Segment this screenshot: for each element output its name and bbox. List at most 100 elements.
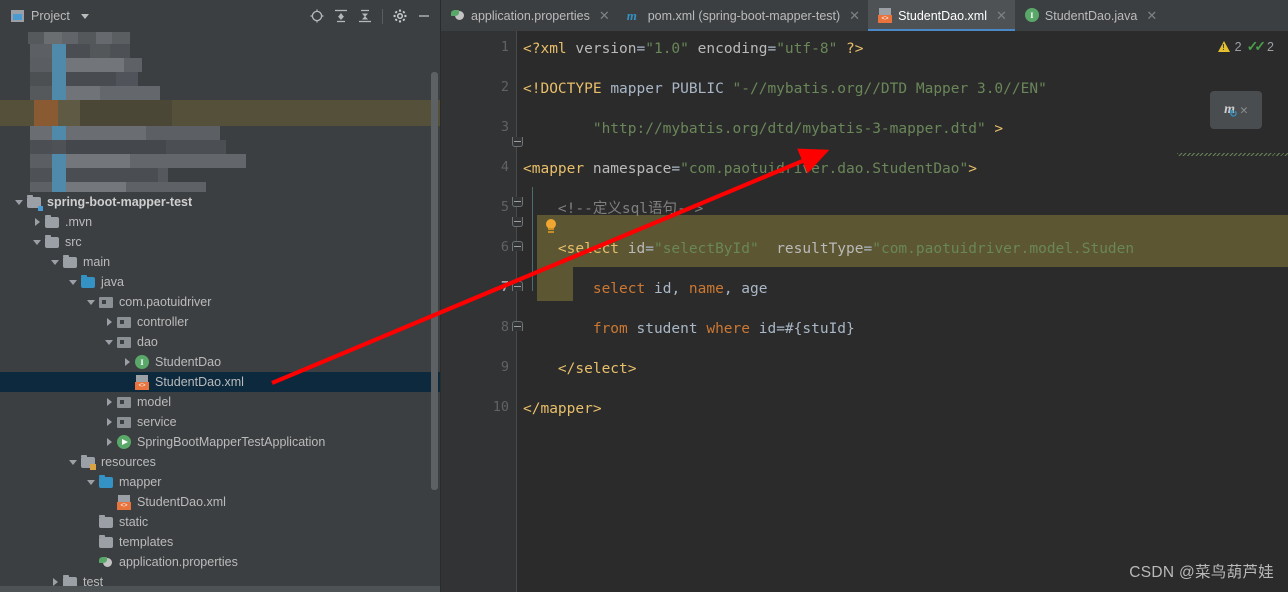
chevron-down-icon[interactable] — [66, 275, 80, 289]
code-token: age — [732, 281, 768, 297]
code-line-10[interactable]: </mapper> — [523, 399, 602, 419]
fold-marker-line-6[interactable] — [512, 197, 523, 207]
tree-item-label: service — [137, 415, 177, 429]
toolbar-separator — [382, 8, 383, 24]
tree-item-dao[interactable]: dao — [0, 332, 441, 352]
tree-item-resources[interactable]: resources — [0, 452, 441, 472]
project-panel-title-group[interactable]: Project — [0, 9, 89, 23]
code-line-8[interactable]: from student where id=#{stuId} — [523, 319, 855, 339]
code-token: mapper PUBLIC — [610, 81, 733, 97]
chevron-down-icon[interactable] — [12, 195, 26, 209]
code-line-9[interactable]: </select> — [523, 359, 637, 379]
chevron-down-icon[interactable] — [48, 255, 62, 269]
minimize-icon[interactable] — [413, 5, 435, 27]
intention-bulb-icon[interactable] — [543, 219, 559, 235]
maven-reload-popup[interactable]: m ↻ ✕ — [1210, 91, 1262, 129]
tree-item-mapper[interactable]: mapper — [0, 472, 441, 492]
editor-tab-bar[interactable]: application.properties ✕ m pom.xml (spring-… — [441, 0, 1288, 31]
line-number-4: 4 — [500, 159, 509, 175]
tree-item-templates[interactable]: templates — [0, 532, 441, 552]
tree-item-model[interactable]: model — [0, 392, 441, 412]
tree-item-application.properties[interactable]: application.properties — [0, 552, 441, 572]
code-line-4[interactable]: <mapper namespace="com.paotuidriver.dao.… — [523, 159, 977, 179]
code-line-2[interactable]: <!DOCTYPE mapper PUBLIC "-//mybatis.org/… — [523, 79, 1047, 99]
tree-item-label: model — [137, 395, 172, 409]
inspection-status[interactable]: 2 ✓✓ 2 — [1217, 38, 1274, 55]
chevron-right-icon[interactable] — [102, 395, 116, 409]
collapse-all-icon[interactable] — [354, 5, 376, 27]
code-token: <mapper — [523, 161, 585, 177]
code-line-5[interactable]: <!--定义sql语句--> — [523, 199, 703, 219]
tree-item-src[interactable]: src — [0, 232, 441, 252]
resources-folder-icon — [80, 454, 96, 470]
code-editor[interactable]: 1 2 3 4 5 6 7 8 9 10 <?xml version="1.0" encoding… — [441, 31, 1288, 592]
tree-twisty[interactable] — [120, 375, 134, 389]
editor-tab-application.properties[interactable]: application.properties ✕ — [441, 0, 618, 31]
chevron-down-icon[interactable] — [84, 295, 98, 309]
expand-all-icon[interactable] — [330, 5, 352, 27]
tree-item-StudentDao.xml[interactable]: StudentDao.xml — [0, 492, 441, 512]
tree-item-label: main — [83, 255, 111, 269]
check-count: 2 — [1267, 39, 1274, 54]
code-token: </mapper> — [523, 401, 602, 417]
code-token: > — [968, 161, 977, 177]
code-token: from — [592, 321, 628, 337]
tree-item-java[interactable]: java — [0, 272, 441, 292]
chevron-down-icon[interactable] — [30, 235, 44, 249]
chevron-down-icon[interactable] — [80, 13, 89, 19]
tree-twisty[interactable] — [102, 495, 116, 509]
tree-item-label: StudentDao — [155, 355, 222, 369]
chevron-down-icon[interactable] — [102, 335, 116, 349]
code-token: <!DOCTYPE — [523, 81, 611, 97]
fold-marker-line-10[interactable] — [512, 321, 523, 331]
properties-file-icon — [450, 8, 465, 23]
code-line-6[interactable]: <select id="selectById" resultType="com.… — [523, 239, 1134, 259]
editor-tab-StudentDao.java[interactable]: I StudentDao.java ✕ — [1015, 0, 1165, 31]
chevron-right-icon[interactable] — [102, 315, 116, 329]
maven-reload-icon[interactable]: m ↻ — [1224, 102, 1237, 120]
code-line-7[interactable]: select id, name, age — [523, 279, 768, 299]
code-line-1[interactable]: <?xml version="1.0" encoding="utf-8" ?> — [523, 39, 864, 59]
tree-item-SpringBootMapperTestApplication[interactable]: SpringBootMapperTestApplication — [0, 432, 441, 452]
close-icon[interactable]: ✕ — [996, 9, 1007, 22]
tree-item-.mvn[interactable]: .mvn — [0, 212, 441, 232]
editor-gutter[interactable]: 1 2 3 4 5 6 7 8 9 10 — [441, 31, 517, 592]
folder-icon — [44, 214, 60, 230]
tree-twisty[interactable] — [84, 555, 98, 569]
fold-marker-line-8[interactable] — [512, 241, 523, 251]
close-icon[interactable]: ✕ — [599, 9, 610, 22]
panel-bottom-strip — [0, 586, 441, 592]
tree-item-main[interactable]: main — [0, 252, 441, 272]
close-icon[interactable]: ✕ — [1146, 9, 1157, 22]
tree-item-service[interactable]: service — [0, 412, 441, 432]
tree-twisty[interactable] — [84, 535, 98, 549]
tree-item-spring-boot-mapper-test[interactable]: spring-boot-mapper-test — [0, 192, 441, 212]
fold-marker-line-4[interactable] — [512, 137, 523, 147]
code-token: "http://mybatis.org/dtd/mybatis-3-mapper… — [592, 121, 986, 137]
chevron-right-icon[interactable] — [120, 355, 134, 369]
chevron-right-icon[interactable] — [102, 415, 116, 429]
folder-icon — [62, 254, 78, 270]
locate-target-icon[interactable] — [306, 5, 328, 27]
chevron-right-icon[interactable] — [102, 435, 116, 449]
fold-marker-line-7[interactable] — [512, 217, 523, 227]
tree-item-com.paotuidriver[interactable]: com.paotuidriver — [0, 292, 441, 312]
project-tree-scrollbar[interactable] — [431, 72, 438, 490]
chevron-down-icon[interactable] — [66, 455, 80, 469]
tree-item-StudentDao[interactable]: I StudentDao — [0, 352, 441, 372]
editor-tab-StudentDao.xml[interactable]: StudentDao.xml ✕ — [868, 0, 1015, 31]
close-icon[interactable]: ✕ — [1240, 103, 1248, 118]
chevron-down-icon[interactable] — [84, 475, 98, 489]
tree-item-StudentDao.xml[interactable]: StudentDao.xml — [0, 372, 441, 392]
code-line-3[interactable]: "http://mybatis.org/dtd/mybatis-3-mapper… — [523, 119, 1003, 139]
editor-tab-pom.xml[interactable]: m pom.xml (spring-boot-mapper-test) ✕ — [618, 0, 868, 31]
close-icon[interactable]: ✕ — [849, 9, 860, 22]
chevron-right-icon[interactable] — [30, 215, 44, 229]
code-token: , — [671, 281, 681, 297]
tree-item-controller[interactable]: controller — [0, 312, 441, 332]
settings-gear-icon[interactable] — [389, 5, 411, 27]
project-tree[interactable]: spring-boot-mapper-test .mvn src main java co… — [0, 192, 441, 592]
fold-marker-line-9[interactable] — [512, 281, 523, 291]
tree-item-static[interactable]: static — [0, 512, 441, 532]
tree-twisty[interactable] — [84, 515, 98, 529]
